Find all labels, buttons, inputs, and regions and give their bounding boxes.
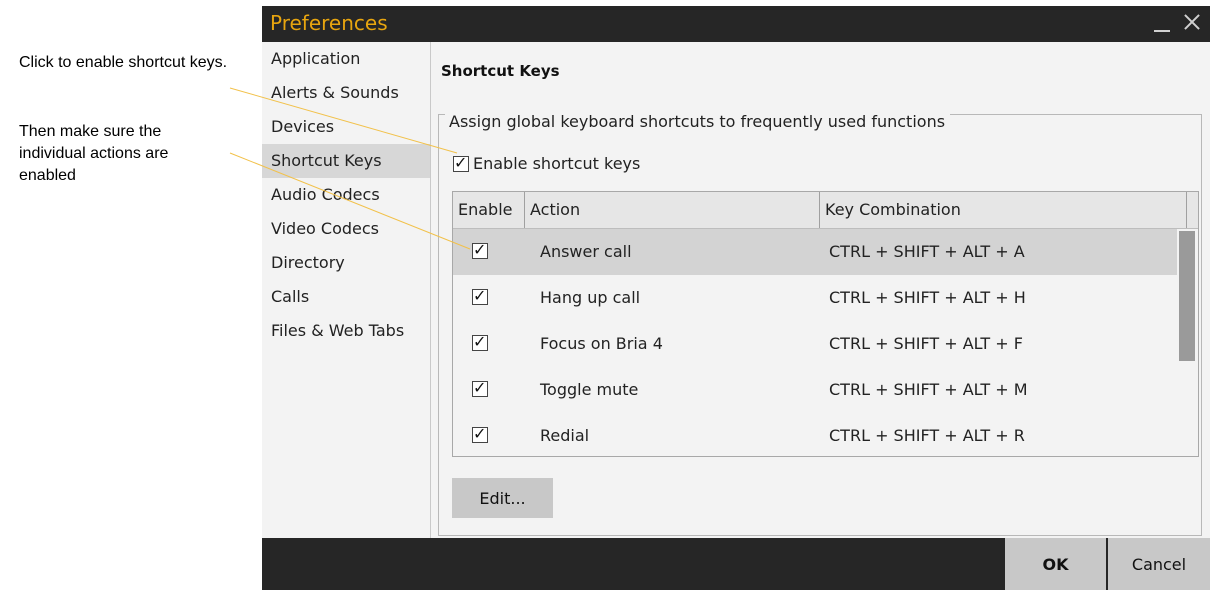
action-name: Hang up call xyxy=(540,288,641,307)
close-icon[interactable] xyxy=(1180,8,1204,38)
key-combination: CTRL + SHIFT + ALT + M xyxy=(829,380,1028,399)
annotation-enable-shortcuts: Click to enable shortcut keys. xyxy=(19,54,228,71)
minimize-icon[interactable] xyxy=(1152,8,1174,38)
table-row[interactable]: Answer call CTRL + SHIFT + ALT + A xyxy=(453,229,1177,275)
preferences-sidebar: Application Alerts & Sounds Devices Shor… xyxy=(262,42,431,538)
group-title: Assign global keyboard shortcuts to freq… xyxy=(445,111,951,133)
sidebar-item-files-web-tabs[interactable]: Files & Web Tabs xyxy=(262,314,430,348)
table-row[interactable]: Redial CTRL + SHIFT + ALT + R xyxy=(453,413,1177,456)
shortcut-table: Enable Action Key Combination Answer cal… xyxy=(452,191,1199,457)
table-row[interactable]: Focus on Bria 4 CTRL + SHIFT + ALT + F xyxy=(453,321,1177,367)
annotation-enable-actions: Then make sure the individual actions ar… xyxy=(19,123,169,184)
table-row[interactable]: Toggle mute CTRL + SHIFT + ALT + M xyxy=(453,367,1177,413)
dialog-footer: OK Cancel xyxy=(262,538,1210,590)
enable-shortcut-keys-label: Enable shortcut keys xyxy=(473,154,641,173)
key-combination: CTRL + SHIFT + ALT + F xyxy=(829,334,1023,353)
sidebar-item-audio-codecs[interactable]: Audio Codecs xyxy=(262,178,430,212)
key-combination: CTRL + SHIFT + ALT + A xyxy=(829,242,1025,261)
sidebar-item-directory[interactable]: Directory xyxy=(262,246,430,280)
cancel-button[interactable]: Cancel xyxy=(1108,538,1210,590)
column-header-enable[interactable]: Enable xyxy=(453,192,525,228)
page-title: Shortcut Keys xyxy=(441,62,560,80)
key-combination: CTRL + SHIFT + ALT + H xyxy=(829,288,1026,307)
sidebar-item-application[interactable]: Application xyxy=(262,42,430,76)
table-scrollbar[interactable] xyxy=(1177,229,1197,456)
action-enable-checkbox[interactable] xyxy=(472,286,488,305)
scrollbar-thumb[interactable] xyxy=(1179,231,1195,361)
shortcut-keys-panel: Shortcut Keys Assign global keyboard sho… xyxy=(431,42,1210,538)
ok-button[interactable]: OK xyxy=(1005,538,1107,590)
action-name: Redial xyxy=(540,426,590,445)
enable-shortcut-keys-option[interactable]: Enable shortcut keys xyxy=(453,153,640,173)
column-header-action[interactable]: Action xyxy=(525,192,820,228)
action-name: Focus on Bria 4 xyxy=(540,334,663,353)
sidebar-item-calls[interactable]: Calls xyxy=(262,280,430,314)
window-title: Preferences xyxy=(270,11,388,35)
action-name: Answer call xyxy=(540,242,632,261)
column-header-key-combination[interactable]: Key Combination xyxy=(820,192,1187,228)
action-enable-checkbox[interactable] xyxy=(472,378,488,397)
sidebar-item-shortcut-keys[interactable]: Shortcut Keys xyxy=(262,144,430,178)
table-row[interactable]: Hang up call CTRL + SHIFT + ALT + H xyxy=(453,275,1177,321)
edit-button[interactable]: Edit... xyxy=(452,478,553,518)
action-enable-checkbox[interactable] xyxy=(472,424,488,443)
sidebar-item-video-codecs[interactable]: Video Codecs xyxy=(262,212,430,246)
key-combination: CTRL + SHIFT + ALT + R xyxy=(829,426,1025,445)
enable-shortcut-keys-checkbox[interactable] xyxy=(453,153,469,172)
table-header: Enable Action Key Combination xyxy=(453,192,1198,229)
title-bar: Preferences xyxy=(262,6,1210,42)
action-name: Toggle mute xyxy=(540,380,639,399)
sidebar-item-devices[interactable]: Devices xyxy=(262,110,430,144)
sidebar-item-alerts-sounds[interactable]: Alerts & Sounds xyxy=(262,76,430,110)
action-enable-checkbox[interactable] xyxy=(472,240,488,259)
action-enable-checkbox[interactable] xyxy=(472,332,488,351)
preferences-window: Preferences Application Alerts & Sounds … xyxy=(262,6,1210,590)
